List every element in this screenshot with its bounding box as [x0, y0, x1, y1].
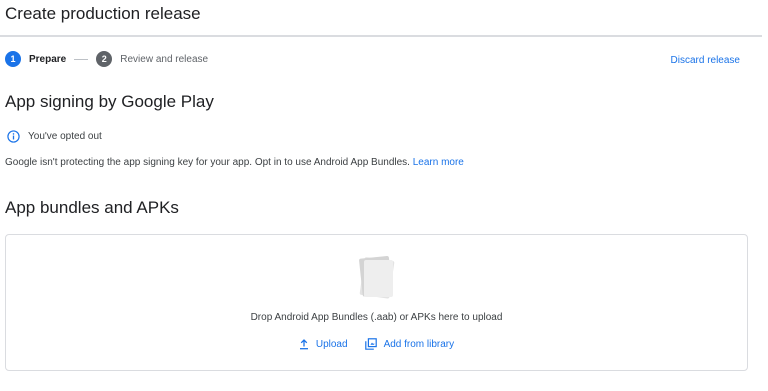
step-number-badge: 2	[96, 51, 113, 67]
app-bundles-heading: App bundles and APKs	[5, 198, 179, 217]
step-prepare[interactable]: 1 Prepare	[5, 51, 66, 67]
opt-out-status: You've opted out	[7, 130, 102, 143]
create-release-page: Create production release 1 Prepare 2 Re…	[0, 0, 768, 391]
page-title: Create production release	[5, 4, 201, 23]
learn-more-link[interactable]: Learn more	[413, 157, 464, 168]
step-review-and-release[interactable]: 2 Review and release	[96, 51, 208, 67]
discard-release-button[interactable]: Discard release	[671, 55, 740, 66]
step-label: Review and release	[120, 53, 209, 65]
step-label: Prepare	[29, 53, 67, 65]
opt-out-status-text: You've opted out	[28, 131, 102, 142]
upload-icon	[299, 338, 308, 349]
upload-drop-zone[interactable]: Drop Android App Bundles (.aab) or APKs …	[5, 234, 748, 371]
step-number-badge: 1	[5, 51, 21, 67]
upload-actions: Upload Add from library	[6, 336, 747, 352]
app-signing-description: Google isn't protecting the app signing …	[5, 157, 464, 168]
step-connector	[74, 58, 89, 60]
add-from-library-button[interactable]: Add from library	[361, 336, 459, 352]
library-label: Add from library	[383, 338, 455, 350]
app-signing-description-text: Google isn't protecting the app signing …	[5, 157, 410, 168]
upload-label: Upload	[315, 338, 348, 350]
title-divider	[0, 35, 762, 37]
release-stepper: 1 Prepare 2 Review and release	[5, 50, 208, 68]
library-icon	[364, 338, 377, 350]
upload-button[interactable]: Upload	[295, 337, 352, 352]
drop-instructions: Drop Android App Bundles (.aab) or APKs …	[250, 312, 503, 323]
info-icon	[7, 130, 20, 143]
documents-illustration-icon	[359, 255, 395, 299]
app-signing-heading: App signing by Google Play	[5, 92, 214, 111]
